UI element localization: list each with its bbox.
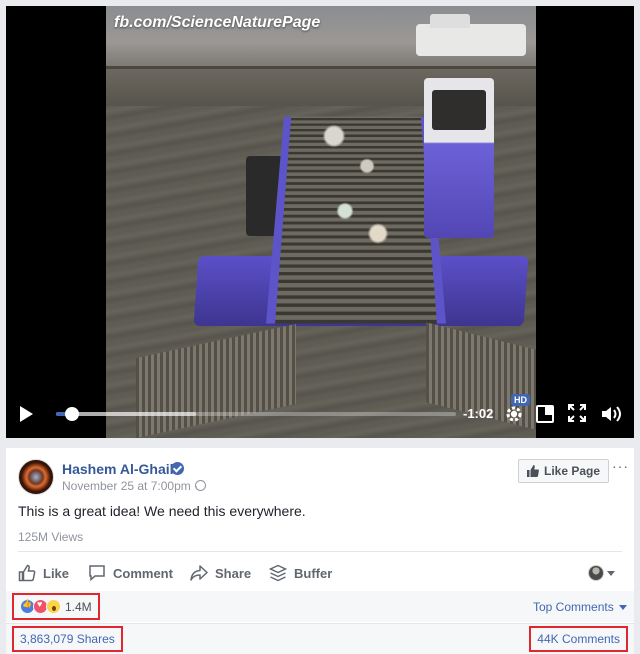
public-globe-icon [195,480,206,491]
comments-count-link[interactable]: 44K Comments [529,626,628,652]
comment-icon [89,565,105,582]
chevron-down-icon[interactable] [607,571,615,576]
share-icon [190,565,208,581]
post-card: Hashem Al-Ghaili November 25 at 7:00pm ·… [6,448,634,654]
author-name[interactable]: Hashem Al-Ghaili [62,461,177,477]
shares-count-link[interactable]: 3,863,079 Shares [12,626,123,652]
comment-button[interactable]: Comment [88,556,173,590]
like-button[interactable]: Like [18,556,69,590]
video-player[interactable]: fb.com/ScienceNaturePage -1:02 HD [6,6,634,438]
video-controls: -1:02 HD [6,394,634,438]
reactions-summary[interactable]: 1.4M [12,593,100,620]
miniplayer-icon[interactable] [536,405,554,423]
boat-cabin [424,78,494,238]
play-icon[interactable] [20,406,33,422]
action-bar: Like Comment Share Buffer [6,556,634,590]
progress-scrubber-knob[interactable] [65,407,79,421]
reaction-count: 1.4M [65,599,92,614]
page-avatar[interactable] [18,459,54,495]
like-page-label: Like Page [544,464,601,478]
post-text: This is a great idea! We need this every… [18,503,306,519]
buffer-stack-icon [269,564,287,582]
thumbs-up-icon [527,465,539,477]
hd-badge: HD [511,394,530,406]
truck-shape [416,14,526,56]
chevron-down-icon [618,604,627,610]
top-comments-dropdown[interactable]: Top Comments [533,600,627,614]
time-remaining: -1:02 [463,406,494,421]
like-icon [18,564,36,582]
verified-badge-icon [171,462,184,475]
wow-reaction-icon [46,599,61,614]
view-count: 125M Views [18,530,84,544]
divider [18,551,622,552]
share-button[interactable]: Share [190,556,251,590]
like-page-button[interactable]: Like Page [518,459,610,483]
share-label: Share [215,565,252,581]
post-timestamp[interactable]: November 25 at 7:00pm · [62,479,198,493]
video-frame-image [106,6,536,438]
top-comments-label: Top Comments [533,600,614,614]
gear-icon[interactable] [504,404,524,424]
comment-label: Comment [113,565,173,581]
video-watermark: fb.com/ScienceNaturePage [114,14,321,31]
shares-row: 3,863,079 Shares 44K Comments [6,623,634,654]
viewer-avatar[interactable] [588,565,604,581]
more-options-icon[interactable]: ··· [612,458,629,474]
reactions-row: 1.4M Top Comments [6,591,634,622]
buffer-label: Buffer [294,565,333,581]
like-label: Like [43,565,70,581]
buffer-button[interactable]: Buffer [269,556,332,590]
progress-bar[interactable] [56,407,456,421]
collected-trash [301,106,411,256]
fullscreen-icon[interactable] [568,404,586,422]
volume-icon[interactable] [600,404,622,424]
